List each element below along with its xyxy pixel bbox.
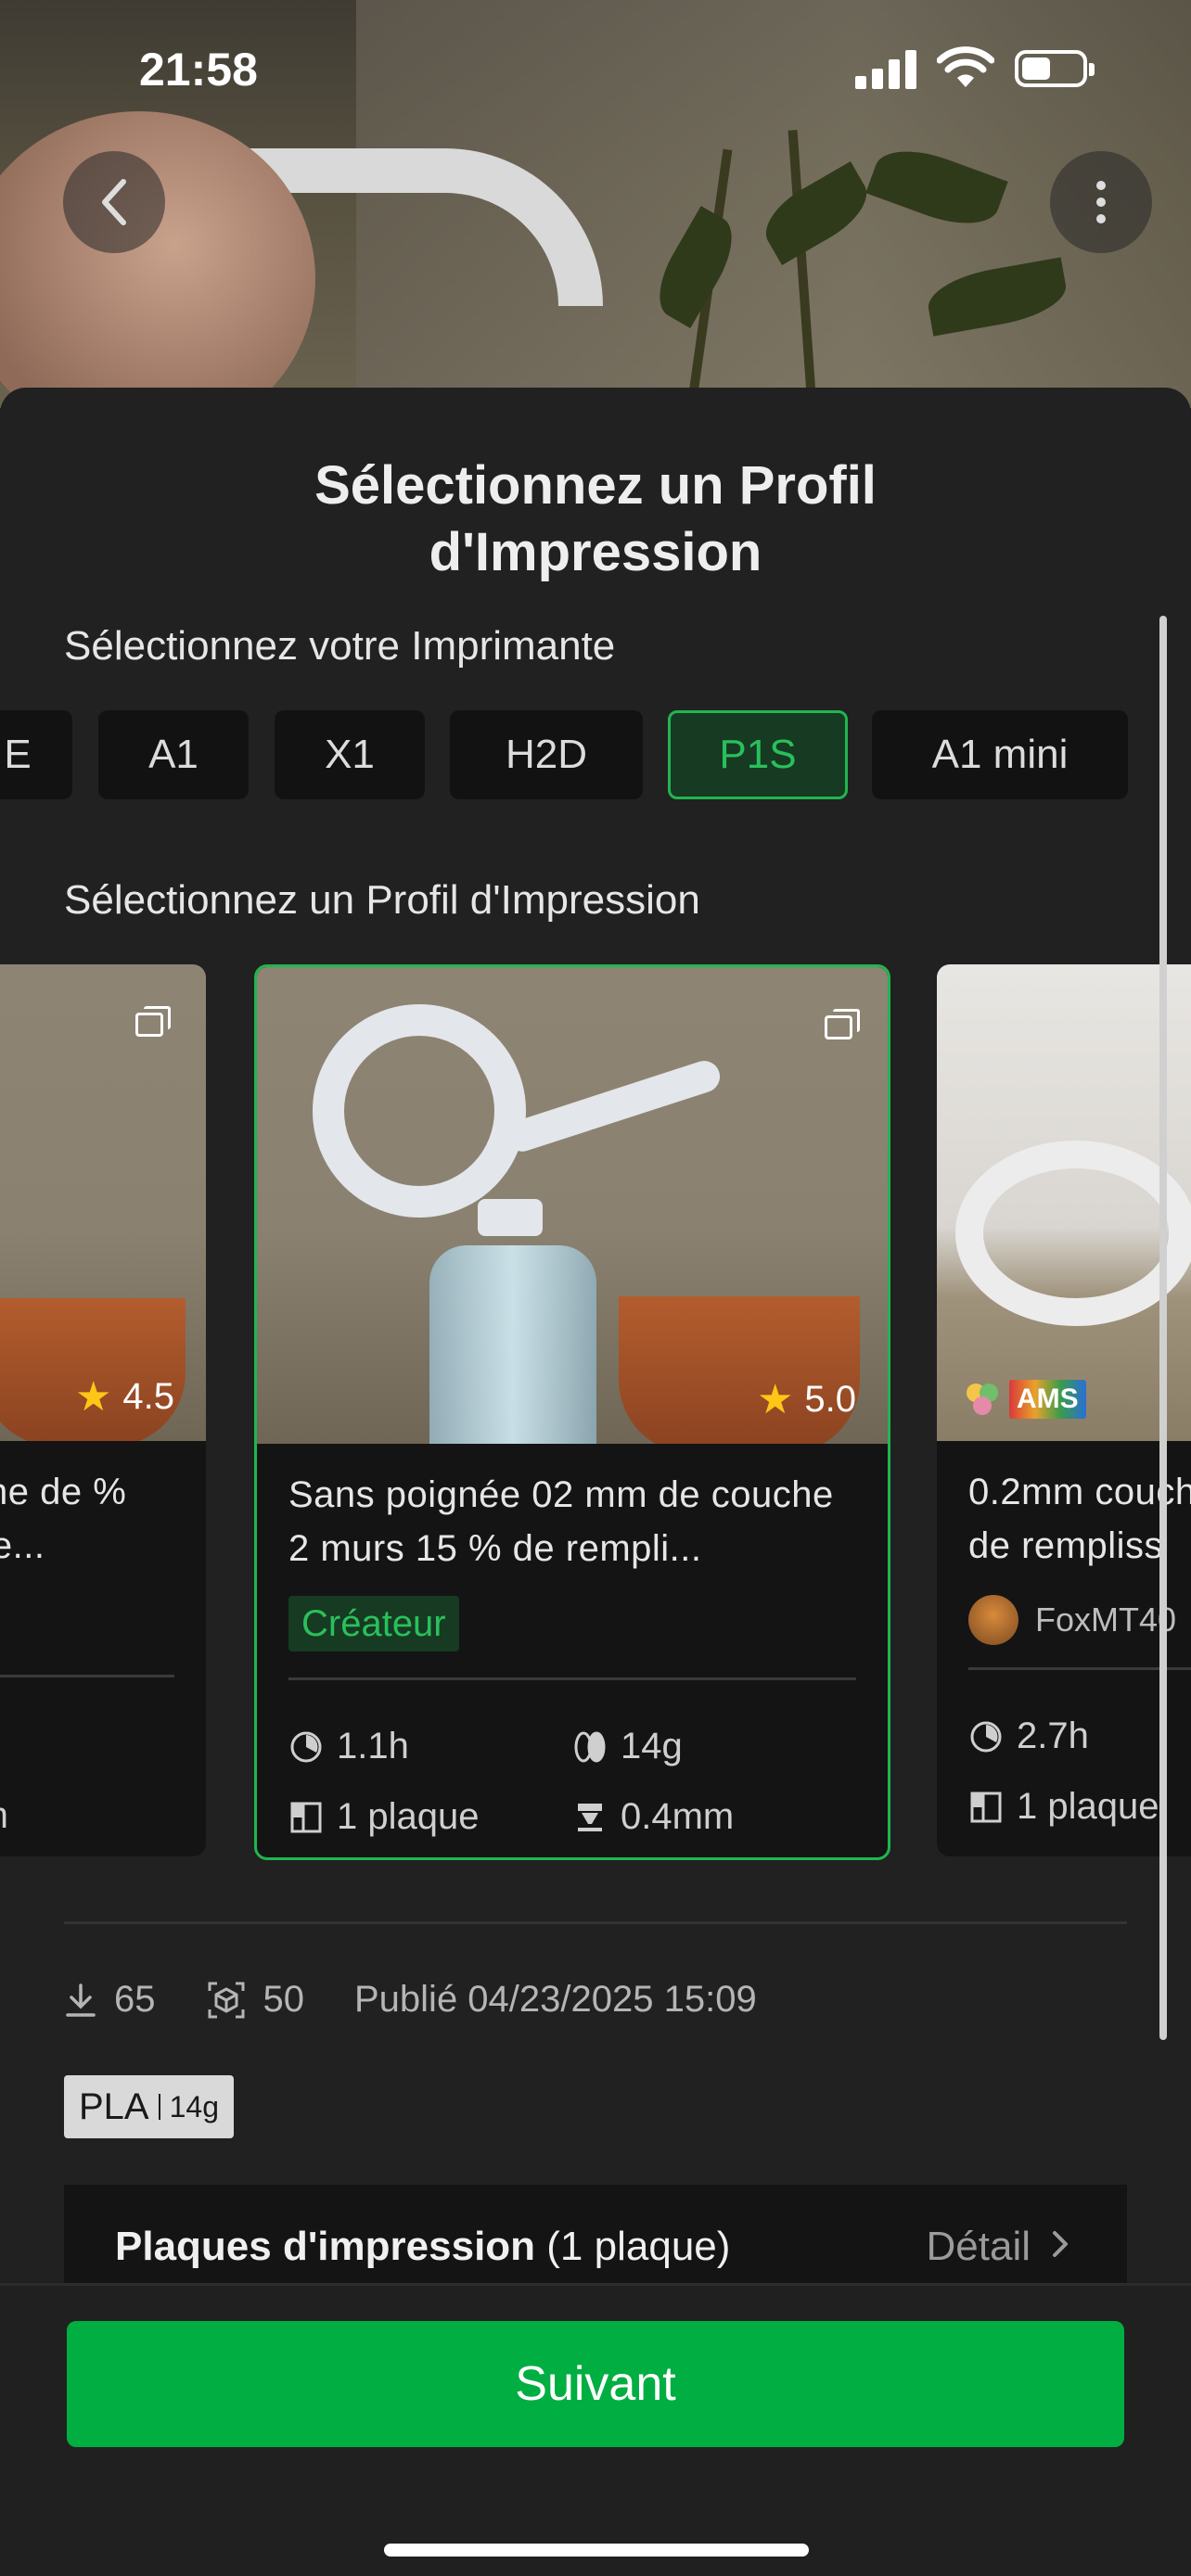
filament-tag: PLA 14g — [64, 2075, 234, 2138]
profile-nozzle: 0.4mm — [572, 1796, 734, 1838]
profile-print-time: 2.7h — [968, 1715, 1089, 1757]
print-plates-label: Plaques d'impression (1 plaque) — [115, 2224, 731, 2269]
profile-card-image: AMS — [937, 964, 1191, 1441]
published-date: Publié 04/23/2025 15:09 — [354, 1979, 757, 2020]
printer-chip-a1[interactable]: A1 — [98, 710, 249, 799]
profile-card[interactable]: ★ 4.5 ouche de % de re... g 4mm — [0, 964, 206, 1856]
download-icon — [66, 1983, 96, 2017]
profile-nozzle: 4mm — [0, 1795, 8, 1837]
cube-scan-icon — [208, 1982, 244, 2018]
scrollbar[interactable] — [1159, 616, 1167, 2040]
home-indicator[interactable] — [384, 2544, 809, 2557]
copy-icon — [825, 1009, 860, 1039]
profile-card-image: ★ 5.0 — [257, 967, 888, 1444]
plate-icon — [970, 1792, 1002, 1822]
profile-author[interactable]: FoxMT40 — [968, 1595, 1176, 1645]
back-button[interactable] — [63, 151, 165, 253]
sheet-title: Sélectionnez un Profil d'Impression — [314, 455, 877, 582]
creator-badge: Créateur — [288, 1596, 459, 1651]
printer-chip-h2d[interactable]: H2D — [450, 710, 643, 799]
profile-plates: 1 plaque — [288, 1796, 479, 1838]
divider — [64, 1921, 1127, 1924]
profile-card-selected[interactable]: ★ 5.0 Sans poignée 02 mm de couche 2 mur… — [254, 964, 890, 1860]
printer-chip-e[interactable]: E — [0, 710, 72, 799]
clock-icon — [290, 1731, 322, 1762]
ams-badge: AMS — [963, 1380, 1086, 1419]
star-icon: ★ — [756, 1377, 794, 1422]
spool-icon — [574, 1731, 606, 1762]
profile-card-title: Sans poignée 02 mm de couche 2 murs 15 %… — [288, 1474, 834, 1569]
printer-chip-p1s[interactable]: P1S — [668, 710, 848, 799]
profile-rating: ★ 4.5 — [74, 1374, 174, 1420]
profile-carousel: ★ 4.5 ouche de % de re... g 4mm — [0, 964, 1191, 1860]
profile-print-time: 1.1h — [288, 1726, 409, 1767]
print-profile-sheet: Sélectionnez un Profil d'Impression Séle… — [0, 388, 1191, 2576]
nozzle-icon — [578, 1803, 602, 1831]
printer-selector: E A1 X1 H2D P1S A1 mini — [0, 710, 1191, 799]
clock-icon — [970, 1721, 1002, 1752]
model-meta: 65 50 Publié 04/23/2025 15:09 — [64, 1979, 807, 2021]
profile-weight: 14g — [572, 1726, 683, 1767]
print-count: 50 — [206, 1979, 304, 2021]
footer: Suivant — [0, 2283, 1191, 2576]
ams-icon — [967, 1384, 998, 1415]
printer-chip-a1-mini[interactable]: A1 mini — [872, 710, 1128, 799]
cellular-signal-icon — [855, 48, 916, 89]
more-options-button[interactable] — [1050, 151, 1152, 253]
more-vertical-icon — [1096, 181, 1106, 223]
profile-card-title: 0.2mm couche de rempliss — [968, 1472, 1191, 1566]
download-count: 65 — [64, 1979, 156, 2021]
printer-chip-x1[interactable]: X1 — [275, 710, 425, 799]
wifi-icon — [937, 46, 994, 87]
profile-card-title: ouche de % de re... — [0, 1472, 127, 1566]
plate-icon — [290, 1802, 322, 1832]
profile-section-label: Sélectionnez un Profil d'Impression — [64, 877, 700, 923]
chevron-left-icon — [102, 179, 126, 225]
profile-rating: ★ 5.0 — [756, 1377, 856, 1422]
profile-card[interactable]: AMS 0.2mm couche de rempliss FoxMT40 2.7… — [937, 964, 1191, 1856]
avatar — [968, 1595, 1018, 1645]
plates-detail-link[interactable]: Détail — [927, 2224, 1072, 2270]
chevron-right-icon — [1053, 2231, 1068, 2257]
status-bar: 21:58 — [0, 0, 1191, 148]
status-time: 21:58 — [139, 44, 258, 96]
copy-icon — [135, 1006, 171, 1037]
printer-section-label: Sélectionnez votre Imprimante — [64, 623, 616, 669]
profile-card-image: ★ 4.5 — [0, 964, 206, 1441]
next-button[interactable]: Suivant — [67, 2321, 1124, 2447]
profile-plates: 1 plaque — [968, 1786, 1159, 1828]
star-icon: ★ — [74, 1374, 112, 1420]
battery-icon — [1015, 50, 1095, 87]
